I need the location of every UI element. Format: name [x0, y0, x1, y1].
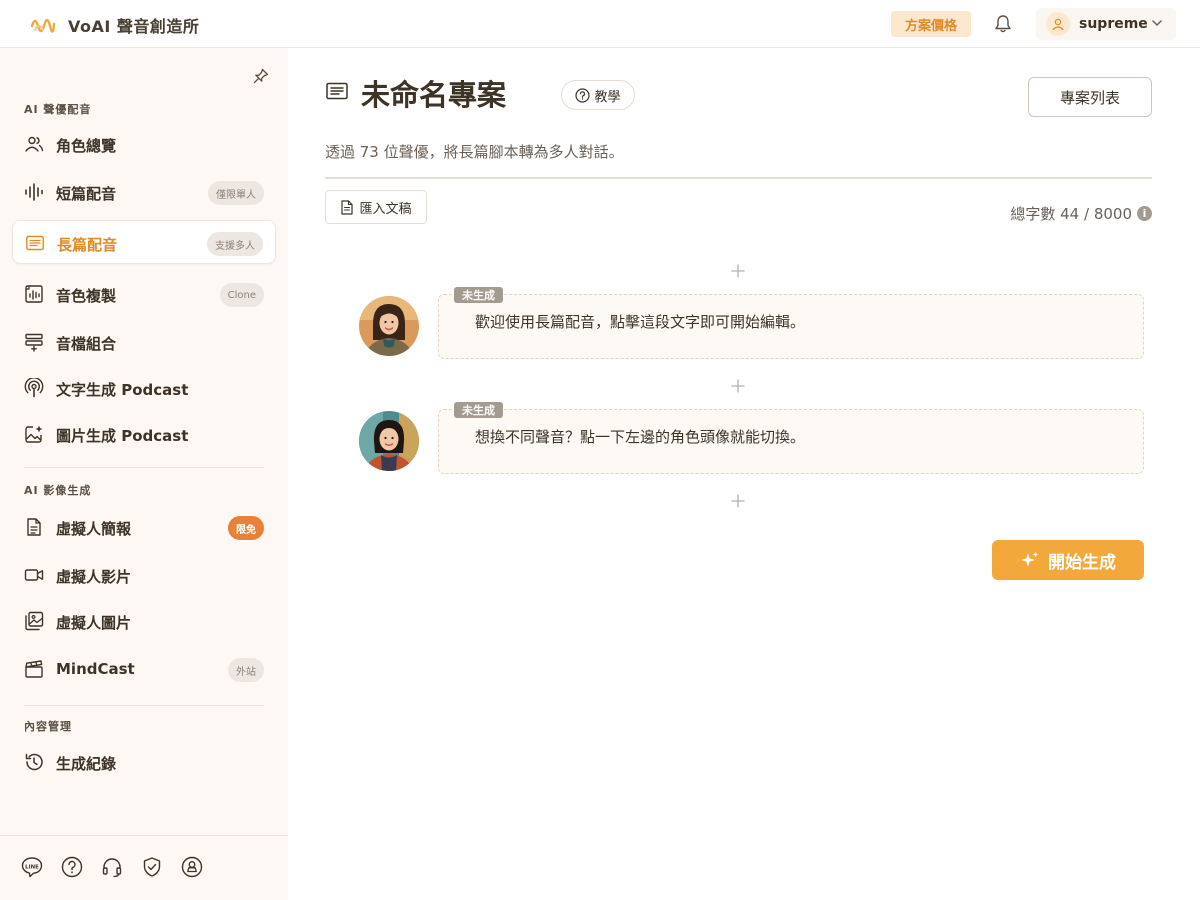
- sidebar: AI 聲優配音 角色總覽 短篇配音 僅限單人 長篇配音 支援多人 音色複製 Cl…: [0, 48, 288, 900]
- generate-label: 開始生成: [1048, 552, 1116, 573]
- document-icon: [27, 518, 41, 536]
- status-badge: 未生成: [454, 402, 503, 418]
- sidebar-item-voice-clone[interactable]: 音色複製 Clone: [12, 272, 276, 316]
- sidebar-item-label: 虛擬人圖片: [56, 614, 132, 632]
- word-count: 總字數 44 / 8000 i: [1010, 203, 1152, 224]
- sidebar-item-label: 音色複製: [56, 287, 117, 305]
- help-icon[interactable]: [61, 856, 83, 878]
- tutorial-label: 教學: [594, 89, 621, 105]
- script-list-icon: [326, 82, 348, 100]
- video-camera-icon: [24, 569, 44, 581]
- status-badge: 未生成: [454, 287, 503, 303]
- add-line-icon[interactable]: [731, 379, 745, 393]
- audio-merge-icon: [25, 333, 43, 352]
- main-content: 未命名專案 教學 專案列表 透過 73 位聲優，將長篇腳本轉為多人對話。 匯入文…: [288, 48, 1200, 900]
- document-icon: [341, 199, 354, 215]
- section-title-content: 內容管理: [24, 720, 72, 733]
- bell-icon[interactable]: [993, 14, 1013, 34]
- section-title-video: AI 影像生成: [24, 484, 92, 497]
- voice-clone-icon: [25, 285, 43, 303]
- user-menu[interactable]: supreme: [1036, 8, 1176, 40]
- account-icon[interactable]: [181, 856, 203, 878]
- add-line-icon[interactable]: [731, 264, 745, 278]
- dialogue-line[interactable]: 歡迎使用長篇配音，點擊這段文字即可開始編輯。: [438, 294, 1144, 359]
- status-badge: 限免: [228, 516, 264, 540]
- image-sparkle-icon: [25, 425, 43, 443]
- sidebar-item-avatar-video[interactable]: 虛擬人影片: [12, 553, 276, 597]
- sidebar-item-label: 音檔組合: [56, 335, 117, 353]
- page-description: 透過 73 位聲優，將長篇腳本轉為多人對話。: [325, 143, 624, 161]
- sidebar-item-short-dubbing[interactable]: 短篇配音 僅限單人: [12, 170, 276, 214]
- word-count-text: 總字數 44 / 8000: [1010, 205, 1132, 223]
- users-icon: [25, 136, 44, 152]
- line-chat-icon[interactable]: LINE: [21, 856, 43, 878]
- waveform-icon: [25, 183, 43, 201]
- sidebar-item-label: MindCast: [56, 660, 135, 678]
- info-icon[interactable]: i: [1137, 206, 1152, 221]
- brand-name[interactable]: VoAI 聲音創造所: [68, 13, 199, 37]
- sidebar-item-history[interactable]: 生成紀錄: [12, 740, 276, 784]
- section-title-voice: AI 聲優配音: [24, 103, 92, 116]
- sidebar-item-image-podcast[interactable]: 圖片生成 Podcast: [12, 412, 276, 456]
- help-icon: [575, 87, 591, 103]
- sidebar-item-label: 生成紀錄: [56, 755, 117, 773]
- voai-logo-icon[interactable]: [30, 12, 56, 36]
- image-gallery-icon: [25, 611, 44, 631]
- header-divider: [325, 177, 1152, 179]
- top-header: VoAI 聲音創造所 方案價格 supreme: [0, 0, 1200, 48]
- sidebar-item-label: 角色總覽: [56, 137, 117, 155]
- history-icon: [25, 753, 43, 771]
- dialogue-text[interactable]: 歡迎使用長篇配音，點擊這段文字即可開始編輯。: [475, 311, 805, 332]
- shield-check-icon[interactable]: [141, 856, 163, 878]
- sidebar-item-audio-merge[interactable]: 音檔組合: [12, 320, 276, 364]
- sidebar-footer-divider: [0, 835, 288, 836]
- pin-icon[interactable]: [252, 67, 270, 85]
- sidebar-item-label: 圖片生成 Podcast: [56, 427, 189, 445]
- dialogue-line[interactable]: 想換不同聲音？點一下左邊的角色頭像就能切換。: [438, 409, 1144, 474]
- svg-text:LINE: LINE: [25, 864, 39, 870]
- podcast-icon: [24, 378, 44, 398]
- pricing-button[interactable]: 方案價格: [891, 11, 971, 37]
- add-line-icon[interactable]: [731, 494, 745, 508]
- status-badge: 外站: [228, 658, 264, 682]
- status-badge: 支援多人: [207, 232, 263, 256]
- avatar: [1046, 12, 1070, 36]
- sidebar-divider: [24, 467, 264, 468]
- import-script-button[interactable]: 匯入文稿: [325, 190, 427, 224]
- clapperboard-icon: [25, 660, 43, 678]
- character-avatar[interactable]: [359, 411, 419, 471]
- sidebar-divider: [24, 705, 264, 706]
- sidebar-item-label: 虛擬人影片: [56, 568, 132, 586]
- sidebar-item-long-dubbing[interactable]: 長篇配音 支援多人: [12, 220, 276, 264]
- sidebar-item-characters[interactable]: 角色總覽: [12, 122, 276, 166]
- sidebar-item-mindcast[interactable]: MindCast 外站: [12, 647, 276, 691]
- character-avatar[interactable]: [359, 296, 419, 356]
- chevron-down-icon: [1152, 20, 1162, 26]
- project-list-button[interactable]: 專案列表: [1028, 77, 1152, 117]
- sidebar-item-label: 虛擬人簡報: [56, 520, 132, 538]
- sidebar-item-label: 文字生成 Podcast: [56, 381, 189, 399]
- dialogue-text[interactable]: 想換不同聲音？點一下左邊的角色頭像就能切換。: [475, 426, 805, 447]
- status-badge: Clone: [219, 283, 264, 307]
- page-title[interactable]: 未命名專案: [361, 72, 506, 114]
- sidebar-item-avatar-image[interactable]: 虛擬人圖片: [12, 599, 276, 643]
- sidebar-item-label: 短篇配音: [56, 185, 117, 203]
- script-list-icon: [26, 235, 44, 251]
- username: supreme: [1079, 16, 1148, 32]
- user-icon: [1052, 18, 1064, 31]
- sidebar-item-label: 長篇配音: [57, 236, 118, 254]
- sidebar-item-text-podcast[interactable]: 文字生成 Podcast: [12, 366, 276, 410]
- tutorial-button[interactable]: 教學: [561, 80, 635, 110]
- sidebar-item-avatar-presentation[interactable]: 虛擬人簡報 限免: [12, 505, 276, 549]
- headset-icon[interactable]: [101, 856, 123, 878]
- start-generate-button[interactable]: 開始生成: [992, 540, 1144, 580]
- import-label: 匯入文稿: [359, 201, 412, 217]
- sparkle-icon: [1021, 551, 1039, 567]
- status-badge: 僅限單人: [208, 181, 264, 205]
